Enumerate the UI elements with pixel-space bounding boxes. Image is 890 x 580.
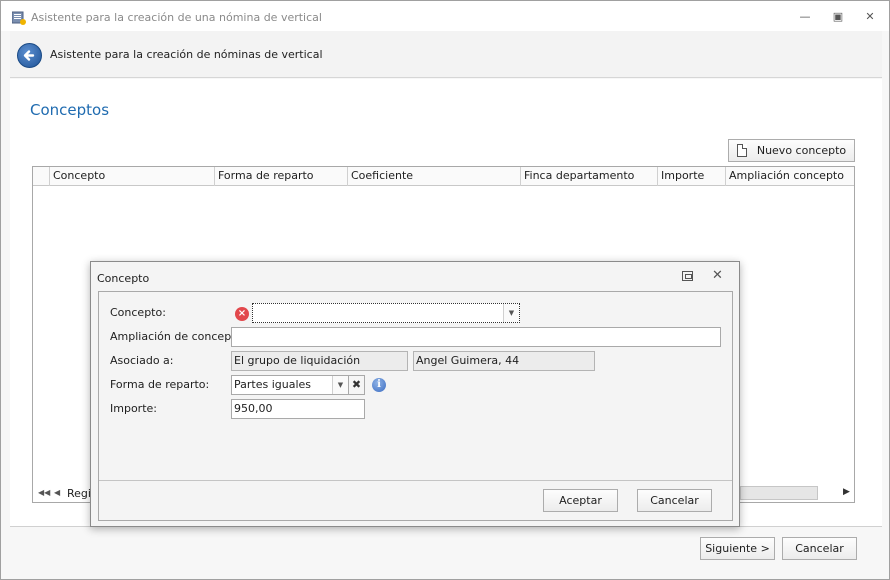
error-icon: × <box>235 307 249 321</box>
dialog-restore-icon[interactable] <box>682 271 693 281</box>
row-indicator-header <box>33 167 49 186</box>
concepto-dropdown-icon[interactable]: ▼ <box>503 304 519 322</box>
minimize-icon[interactable]: — <box>797 9 813 25</box>
dialog-separator <box>99 480 732 481</box>
accept-button[interactable]: Aceptar <box>543 489 618 512</box>
title-bar: Asistente para la creación de una nómina… <box>1 1 889 31</box>
dialog-form: Concepto: × ▼ Ampliación de concepto: As… <box>98 291 733 521</box>
new-concept-button[interactable]: Nuevo concepto <box>728 139 855 162</box>
maximize-icon[interactable]: ▣ <box>830 9 846 25</box>
wizard-title: Asistente para la creación de nóminas de… <box>50 48 323 61</box>
first-record-icon[interactable]: ◀◀ <box>38 488 50 497</box>
ampliacion-label: Ampliación de concepto: <box>110 330 246 343</box>
back-arrow-icon <box>23 50 35 61</box>
close-icon[interactable]: ✕ <box>862 9 878 25</box>
new-concept-label: Nuevo concepto <box>756 144 847 157</box>
forma-reparto-value: Partes iguales <box>234 378 312 391</box>
new-document-icon <box>737 144 747 157</box>
app-icon <box>12 11 26 25</box>
column-header-forma-reparto[interactable]: Forma de reparto <box>214 167 347 186</box>
ampliacion-input[interactable] <box>231 327 721 347</box>
importe-label: Importe: <box>110 402 157 415</box>
column-header-finca[interactable]: Finca departamento <box>520 167 657 186</box>
window-title: Asistente para la creación de una nómina… <box>31 11 322 24</box>
clear-icon[interactable]: ✖ <box>348 375 365 395</box>
concepto-label: Concepto: <box>110 306 166 319</box>
importe-input[interactable]: 950,00 <box>231 399 365 419</box>
column-header-coeficiente[interactable]: Coeficiente <box>347 167 520 186</box>
back-icon[interactable] <box>17 43 42 68</box>
app-window: Asistente para la creación de una nómina… <box>0 0 890 580</box>
scroll-right-icon[interactable]: ▶ <box>843 487 850 497</box>
info-icon[interactable]: i <box>372 378 386 392</box>
previous-record-icon[interactable]: ◀ <box>54 488 60 497</box>
column-header-concepto[interactable]: Concepto <box>49 167 214 186</box>
horizontal-scrollbar[interactable] <box>740 486 818 500</box>
concept-dialog: Concepto ✕ Concepto: × ▼ Ampliación de c… <box>90 261 740 527</box>
forma-reparto-combo[interactable]: Partes iguales ▼ <box>231 375 349 395</box>
grid-header: Concepto Forma de reparto Coeficiente Fi… <box>33 167 854 186</box>
concepto-combo[interactable]: ▼ <box>252 303 520 323</box>
asociado-address-field: Angel Guimera, 44 <box>413 351 595 371</box>
dialog-title: Concepto <box>97 272 150 285</box>
forma-reparto-label: Forma de reparto: <box>110 378 210 391</box>
cancel-button[interactable]: Cancelar <box>782 537 857 560</box>
asociado-group-field: El grupo de liquidación <box>231 351 408 371</box>
wizard-header: Asistente para la creación de nóminas de… <box>10 31 882 78</box>
next-button[interactable]: Siguiente > <box>700 537 775 560</box>
page-title: Conceptos <box>30 101 110 119</box>
asociado-label: Asociado a: <box>110 354 174 367</box>
dialog-close-icon[interactable]: ✕ <box>712 268 723 283</box>
column-header-ampliacion[interactable]: Ampliación concepto <box>725 167 854 186</box>
dialog-cancel-button[interactable]: Cancelar <box>637 489 712 512</box>
column-header-importe[interactable]: Importe <box>657 167 725 186</box>
forma-reparto-dropdown-icon[interactable]: ▼ <box>332 376 348 394</box>
